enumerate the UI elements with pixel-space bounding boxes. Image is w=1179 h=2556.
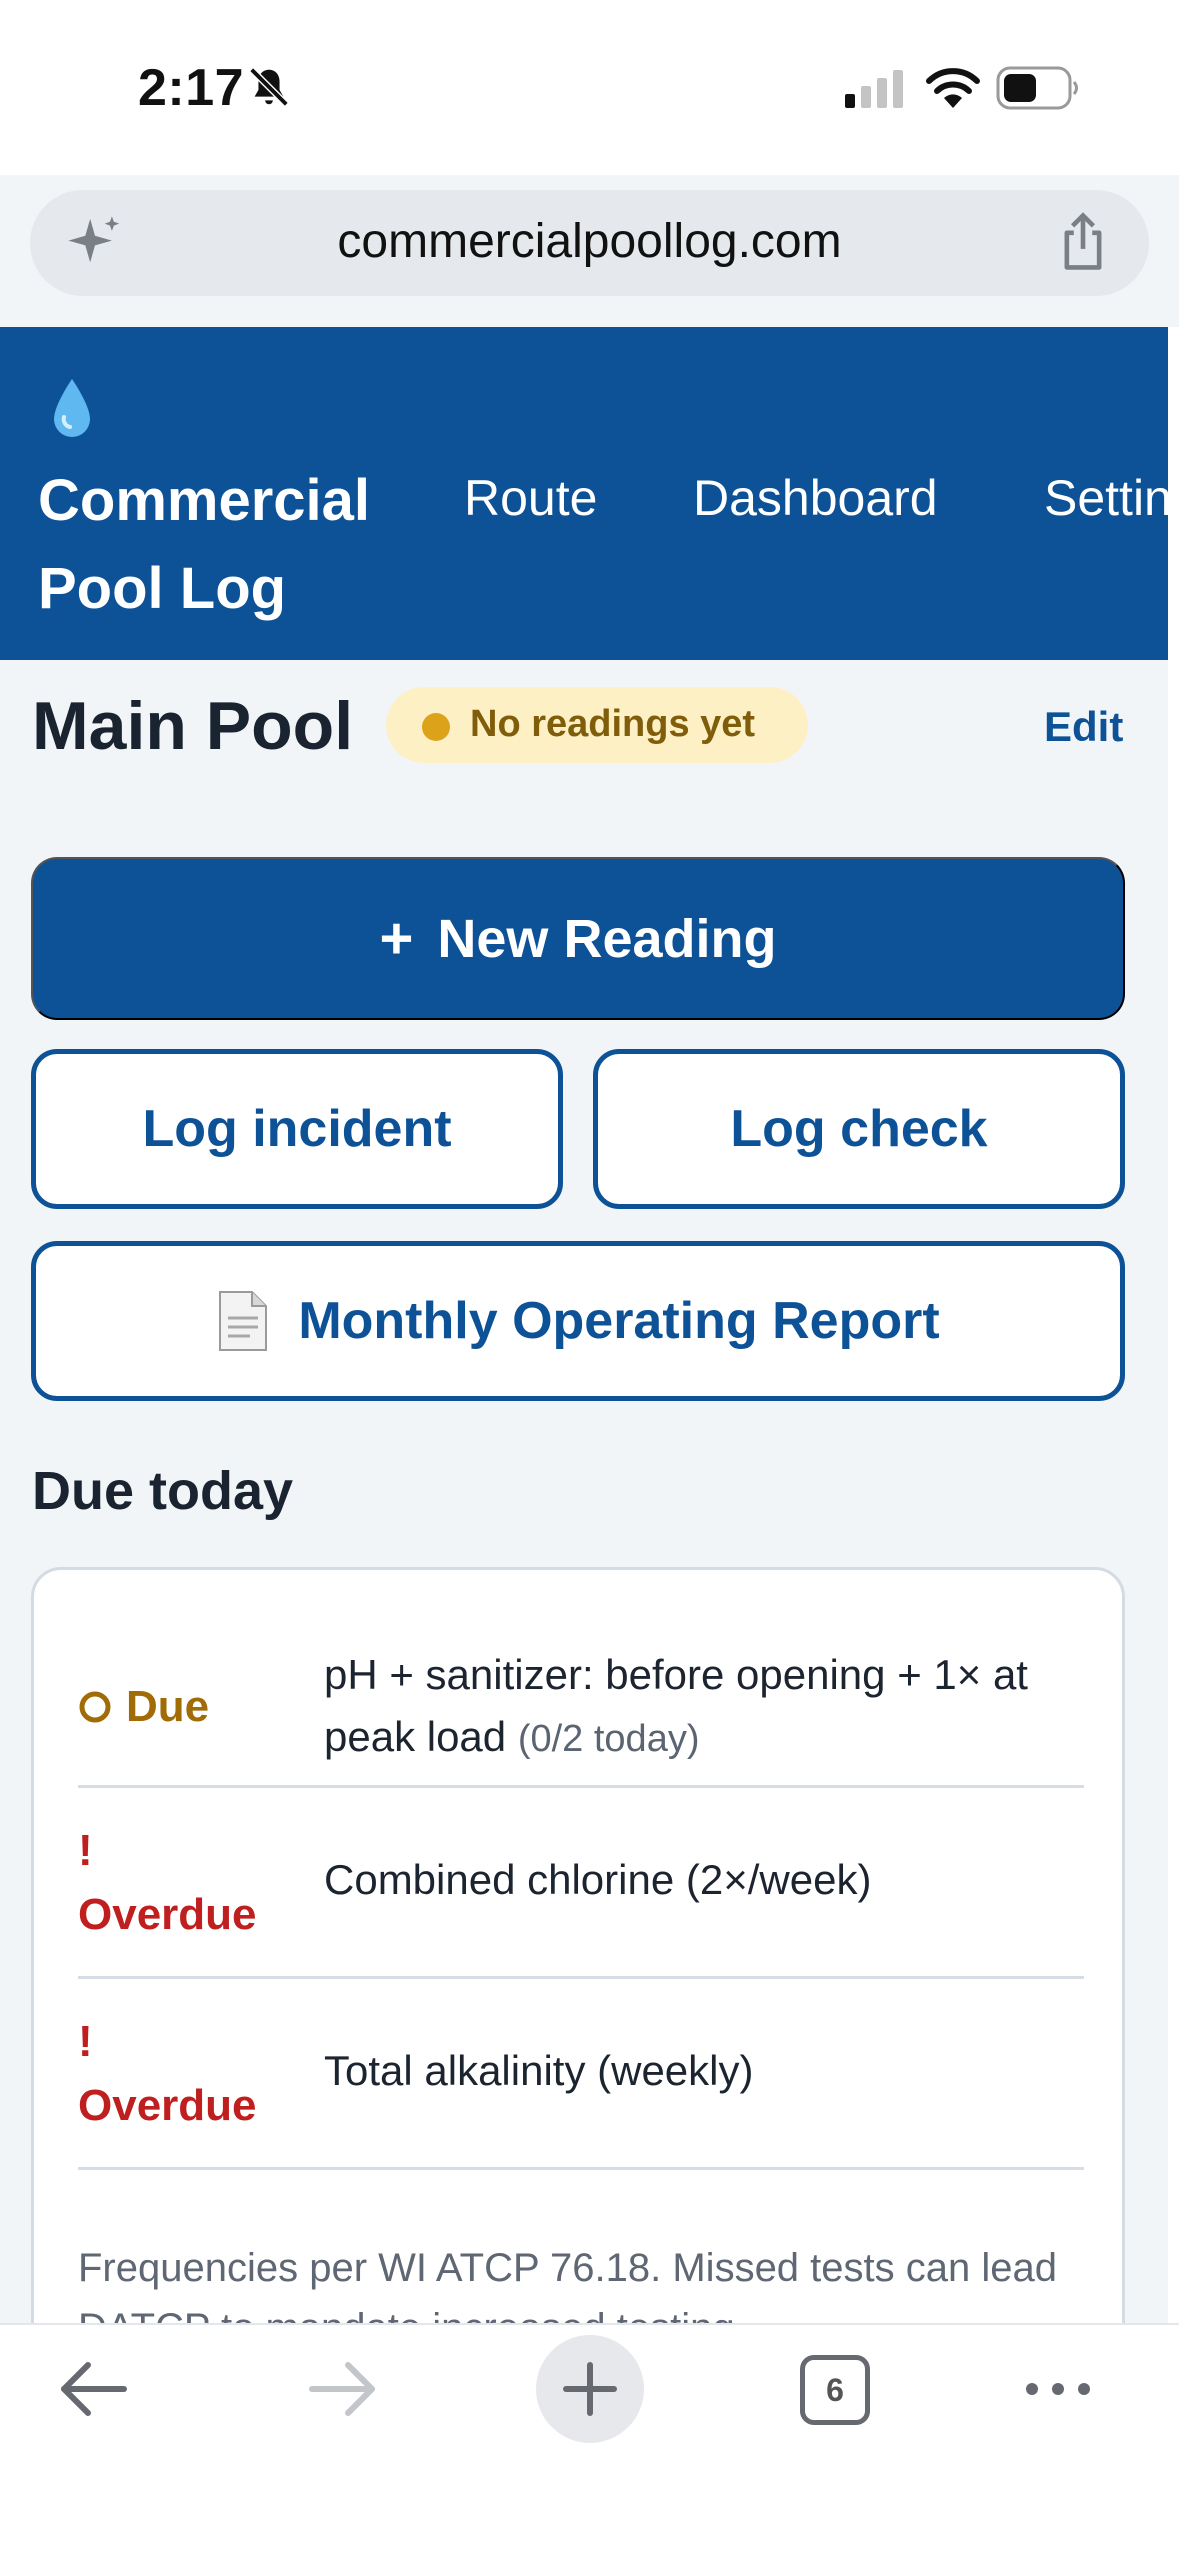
page-title: Main Pool xyxy=(32,688,354,764)
new-tab-button[interactable] xyxy=(536,2335,644,2443)
status-badge-text: No readings yet xyxy=(470,703,756,745)
nav-route[interactable]: Route xyxy=(464,469,597,527)
monthly-report-button[interactable]: Monthly Operating Report xyxy=(31,1241,1125,1401)
status-dot-icon xyxy=(422,713,450,741)
plus-icon: + xyxy=(379,906,414,971)
forward-arrow-icon[interactable] xyxy=(306,2359,378,2419)
plus-icon xyxy=(563,2362,617,2416)
due-today-card: Due pH + sanitizer: before opening + 1× … xyxy=(31,1567,1125,2323)
new-reading-button[interactable]: + New Reading xyxy=(31,857,1125,1020)
due-item-description: Total alkalinity (weekly) xyxy=(324,2047,754,2094)
status-badge: No readings yet xyxy=(386,687,808,763)
alert-icon: ! xyxy=(78,2017,93,2066)
site-header: Commercial Pool Log Route Dashboard Sett… xyxy=(0,327,1168,660)
overdue-status-label: Overdue xyxy=(78,2081,257,2130)
document-icon xyxy=(219,1291,268,1351)
more-icon[interactable] xyxy=(1022,2369,1094,2409)
tabs-icon[interactable]: 6 xyxy=(800,2355,870,2425)
water-drop-icon xyxy=(54,379,90,437)
bell-slash-icon xyxy=(249,67,289,107)
wifi-icon xyxy=(926,68,980,108)
due-status-label: Due xyxy=(126,1682,210,1731)
overdue-status-label: Overdue xyxy=(78,1890,257,1939)
address-bar[interactable]: commercialpoollog.com xyxy=(30,190,1149,296)
web-content: Commercial Pool Log Route Dashboard Sett… xyxy=(0,327,1168,2323)
due-today-heading: Due today xyxy=(32,1461,294,1521)
alert-icon: ! xyxy=(78,1826,93,1875)
status-bar: 2:17 commercialpoollog.com xyxy=(0,0,1179,296)
due-status: Due xyxy=(78,1682,209,1732)
due-item-count: (0/2 today) xyxy=(517,1718,700,1760)
clock-time: 2:17 xyxy=(138,59,245,117)
edit-link[interactable]: Edit xyxy=(1044,703,1123,751)
due-item-description: Combined chlorine (2×/week) xyxy=(324,1856,872,1903)
tab-count: 6 xyxy=(826,2372,844,2408)
back-arrow-icon[interactable] xyxy=(58,2359,130,2419)
new-reading-label: New Reading xyxy=(437,908,777,969)
browser-toolbar: 6 xyxy=(0,2323,1179,2556)
log-incident-label: Log incident xyxy=(142,1100,452,1158)
overdue-status: ! Overdue xyxy=(78,2010,257,2138)
log-incident-button[interactable]: Log incident xyxy=(31,1049,563,1209)
monthly-report-label: Monthly Operating Report xyxy=(298,1292,940,1350)
scroll-gutter xyxy=(1168,327,1179,2323)
log-check-label: Log check xyxy=(730,1100,988,1158)
due-item-text: pH + sanitizer: before opening + 1× at p… xyxy=(324,1644,1064,1770)
frequency-footnote: Frequencies per WI ATCP 76.18. Missed te… xyxy=(78,2246,1057,2323)
log-check-button[interactable]: Log check xyxy=(593,1049,1125,1209)
due-row: ! Overdue Total alkalinity (weekly) xyxy=(78,1982,1084,2170)
signal-icon xyxy=(845,70,903,108)
circle-icon xyxy=(79,1691,111,1723)
share-icon[interactable] xyxy=(1055,212,1111,272)
due-row: Due pH + sanitizer: before opening + 1× … xyxy=(78,1630,1084,1788)
site-brand[interactable]: Commercial Pool Log xyxy=(38,457,418,633)
overdue-status: ! Overdue xyxy=(78,1819,257,1947)
url-text[interactable]: commercialpoollog.com xyxy=(30,214,1149,269)
nav-settings[interactable]: Settings xyxy=(1044,469,1168,527)
pool-title-row: Main Pool No readings yet Edit xyxy=(0,687,1168,797)
due-row: ! Overdue Combined chlorine (2×/week) xyxy=(78,1791,1084,1979)
nav-dashboard[interactable]: Dashboard xyxy=(693,469,938,527)
battery-icon xyxy=(996,66,1078,110)
